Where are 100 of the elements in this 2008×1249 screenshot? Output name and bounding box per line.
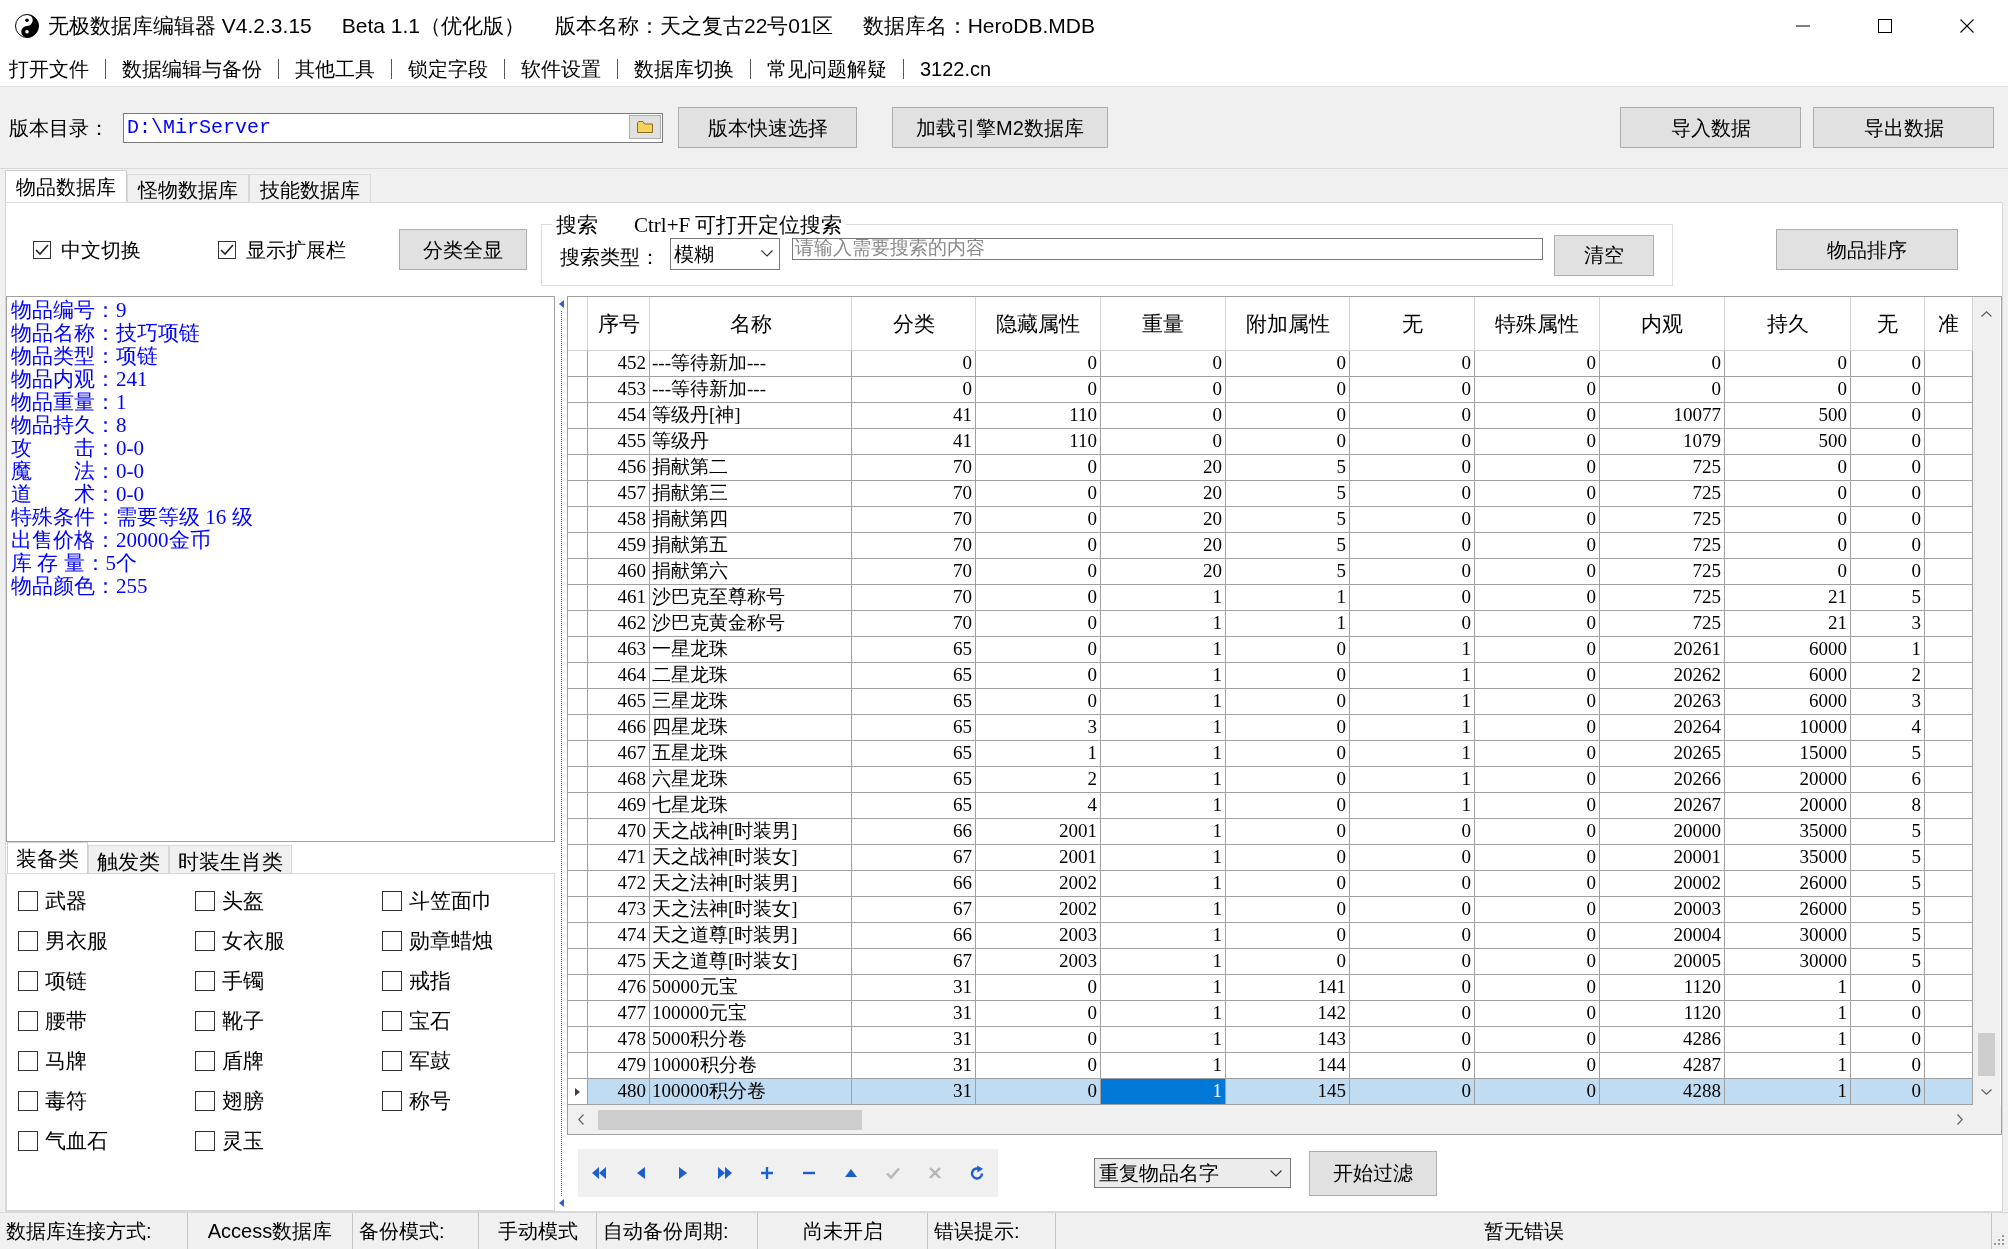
table-cell: 457 xyxy=(588,481,650,507)
checkbox-label[interactable]: 腰带 xyxy=(45,1005,87,1037)
checkbox-label[interactable]: 男衣服 xyxy=(45,925,108,957)
checkbox-label[interactable]: 军鼓 xyxy=(409,1045,451,1077)
chevron-down-icon[interactable] xyxy=(1981,1089,1992,1095)
checkbox[interactable] xyxy=(382,1091,402,1111)
checkbox[interactable] xyxy=(18,1131,38,1151)
checkbox[interactable] xyxy=(18,1051,38,1071)
checkbox[interactable] xyxy=(218,240,236,259)
checkbox-label[interactable]: 项链 xyxy=(45,965,87,997)
checkbox[interactable] xyxy=(382,1011,402,1031)
checkbox[interactable] xyxy=(195,971,215,991)
menu-item[interactable]: 其他工具 xyxy=(295,54,375,84)
checkbox-label[interactable]: 武器 xyxy=(45,885,87,917)
splitter-handle[interactable] xyxy=(560,311,562,1196)
checkbox-label[interactable]: 翅膀 xyxy=(222,1085,264,1117)
checkbox[interactable] xyxy=(18,1011,38,1031)
filter-button[interactable]: 开始过滤 xyxy=(1309,1150,1437,1196)
table-cell: 0 xyxy=(1851,1079,1925,1105)
horizontal-scrollbar[interactable] xyxy=(568,1105,1973,1134)
checkbox-label[interactable]: 毒符 xyxy=(45,1085,87,1117)
triangle-left-icon[interactable] xyxy=(558,1199,564,1207)
checkbox-label[interactable]: 显示扩展栏 xyxy=(246,234,346,265)
menu-item[interactable]: 软件设置 xyxy=(521,54,601,84)
menu-item[interactable]: 常见问题解疑 xyxy=(767,54,887,84)
refresh-icon[interactable] xyxy=(969,1165,985,1181)
menu-item[interactable]: 数据编辑与备份 xyxy=(122,54,262,84)
table-cell: 65 xyxy=(852,741,976,767)
menu-item[interactable]: 3122.cn xyxy=(920,54,992,84)
checkbox[interactable] xyxy=(382,971,402,991)
checkbox[interactable] xyxy=(382,891,402,911)
scrollbar-thumb[interactable] xyxy=(598,1109,862,1130)
checkbox-label[interactable]: 宝石 xyxy=(409,1005,451,1037)
resize-grip-icon[interactable] xyxy=(1994,1235,2005,1246)
checkbox-label[interactable]: 头盔 xyxy=(222,885,264,917)
chevron-up-icon[interactable] xyxy=(1981,311,1992,317)
chevron-left-icon[interactable] xyxy=(578,1114,584,1125)
checkbox[interactable] xyxy=(382,1051,402,1071)
search-type-dropdown[interactable]: 模糊 xyxy=(670,237,780,270)
triangle-left-icon[interactable] xyxy=(558,300,564,308)
sort-button[interactable]: 物品排序 xyxy=(1776,229,1958,270)
toolbar-button[interactable]: 导出数据 xyxy=(1813,107,1994,148)
checkbox-label[interactable]: 戒指 xyxy=(409,965,451,997)
checkbox[interactable] xyxy=(195,891,215,911)
menu-item[interactable]: 数据库切换 xyxy=(634,54,734,84)
checkbox-label[interactable]: 手镯 xyxy=(222,965,264,997)
checkmark-icon xyxy=(35,243,49,256)
browse-button[interactable] xyxy=(629,114,661,139)
scrollbar-thumb[interactable] xyxy=(1978,1033,1995,1076)
plus-icon[interactable] xyxy=(759,1165,775,1181)
checkbox-label[interactable]: 灵玉 xyxy=(222,1125,264,1157)
table-cell: 464 xyxy=(588,663,650,689)
tab[interactable]: 物品数据库 xyxy=(5,170,127,202)
table-cell: 2002 xyxy=(976,897,1101,923)
checkbox[interactable] xyxy=(195,1091,215,1111)
table-cell: 0 xyxy=(1350,351,1475,377)
double-triangle-right-icon[interactable] xyxy=(717,1165,733,1181)
table-cell: 0 xyxy=(1101,403,1226,429)
tab[interactable]: 触发类 xyxy=(88,845,169,873)
checkbox[interactable] xyxy=(382,931,402,951)
tab[interactable]: 装备类 xyxy=(7,842,88,873)
tab[interactable]: 技能数据库 xyxy=(249,174,371,202)
chevron-right-icon[interactable] xyxy=(1957,1114,1963,1125)
checkbox[interactable] xyxy=(18,931,38,951)
toolbar-button[interactable]: 导入数据 xyxy=(1620,107,1801,148)
yin-yang-icon xyxy=(15,14,39,38)
show-all-button[interactable]: 分类全显 xyxy=(399,229,527,270)
toolbar-button[interactable]: 版本快速选择 xyxy=(678,107,857,148)
menu-item[interactable]: 打开文件 xyxy=(9,54,89,84)
checkbox[interactable] xyxy=(195,1011,215,1031)
path-field[interactable]: D:\MirServer xyxy=(123,112,663,143)
checkbox-label[interactable]: 气血石 xyxy=(45,1125,108,1157)
checkbox[interactable] xyxy=(195,931,215,951)
checkbox-label[interactable]: 斗笠面巾 xyxy=(409,885,493,917)
checkbox[interactable] xyxy=(195,1051,215,1071)
checkbox-label[interactable]: 马牌 xyxy=(45,1045,87,1077)
tab[interactable]: 时装生肖类 xyxy=(169,845,292,873)
menu-item[interactable]: 锁定字段 xyxy=(408,54,488,84)
checkbox-label[interactable]: 中文切换 xyxy=(61,234,141,265)
checkbox-label[interactable]: 女衣服 xyxy=(222,925,285,957)
filter-dropdown[interactable]: 重复物品名字 xyxy=(1094,1158,1291,1188)
checkbox[interactable] xyxy=(18,1091,38,1111)
checkbox[interactable] xyxy=(33,240,51,259)
checkbox-label[interactable]: 称号 xyxy=(409,1085,451,1117)
toolbar-button[interactable]: 加载引擎M2数据库 xyxy=(892,107,1108,148)
checkbox[interactable] xyxy=(18,891,38,911)
clear-button[interactable]: 清空 xyxy=(1554,234,1654,276)
table-cell: 5 xyxy=(1226,507,1350,533)
checkbox-label[interactable]: 盾牌 xyxy=(222,1045,264,1077)
search-field[interactable]: 请输入需要搜索的内容 xyxy=(792,237,1543,260)
table-cell: 0 xyxy=(1350,559,1475,585)
checkbox-label[interactable]: 勋章蜡烛 xyxy=(409,925,493,957)
table-cell: ---等待新加--- xyxy=(650,351,852,377)
double-triangle-left-icon[interactable] xyxy=(591,1165,607,1181)
checkbox-label[interactable]: 靴子 xyxy=(222,1005,264,1037)
checkbox[interactable] xyxy=(18,971,38,991)
tab[interactable]: 怪物数据库 xyxy=(127,174,249,202)
table-cell: 0 xyxy=(852,377,976,403)
vertical-scrollbar[interactable] xyxy=(1973,297,2000,1105)
checkbox[interactable] xyxy=(195,1131,215,1151)
